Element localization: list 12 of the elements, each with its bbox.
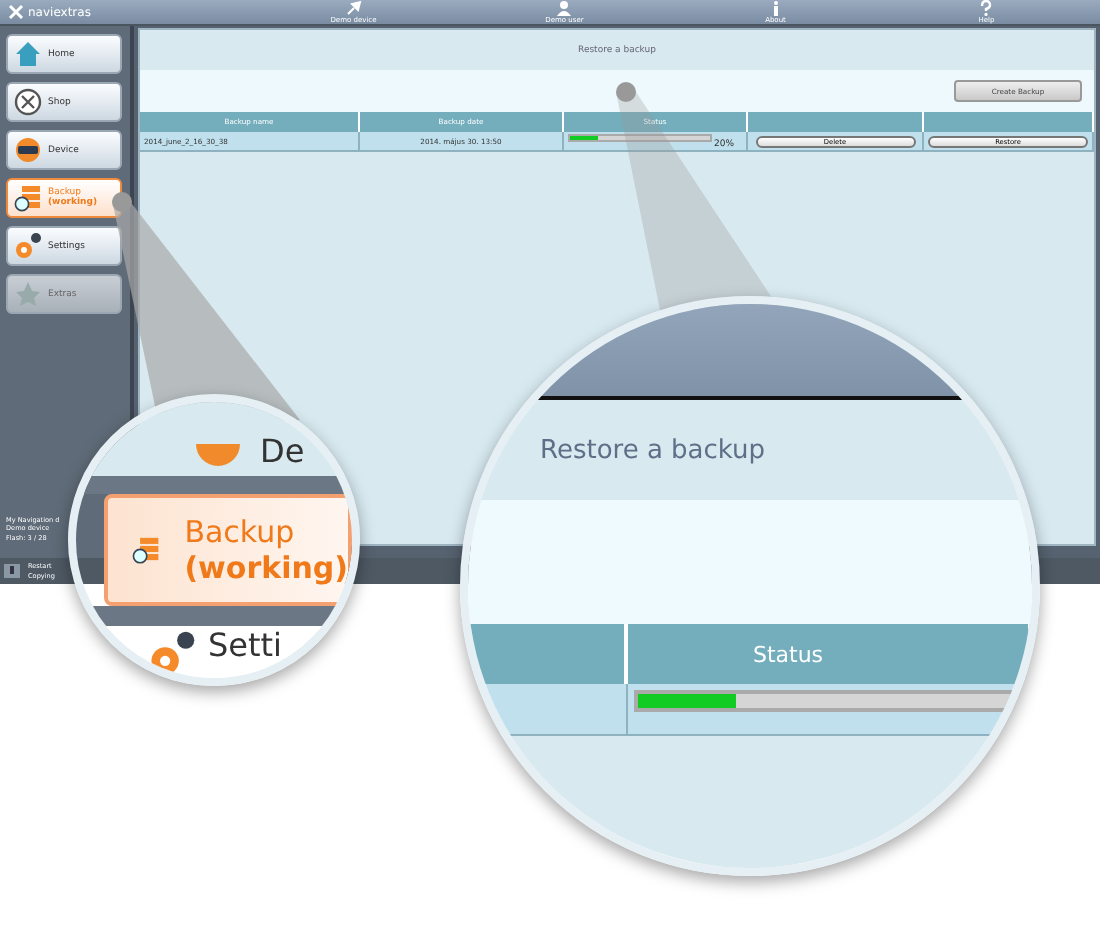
- sidebar-label: Setti: [208, 629, 282, 662]
- gear-icon: [14, 232, 42, 260]
- house-icon: [14, 40, 42, 68]
- column-header: Status: [628, 624, 1032, 684]
- question-icon: [978, 0, 995, 16]
- logo-icon: [8, 4, 24, 20]
- sidebar-label: De: [260, 435, 305, 468]
- server-icon: [14, 184, 42, 212]
- compass-icon: [14, 88, 42, 116]
- user-icon: [556, 0, 573, 16]
- page-title: Restore a backup: [540, 435, 766, 465]
- star-icon: [14, 280, 42, 308]
